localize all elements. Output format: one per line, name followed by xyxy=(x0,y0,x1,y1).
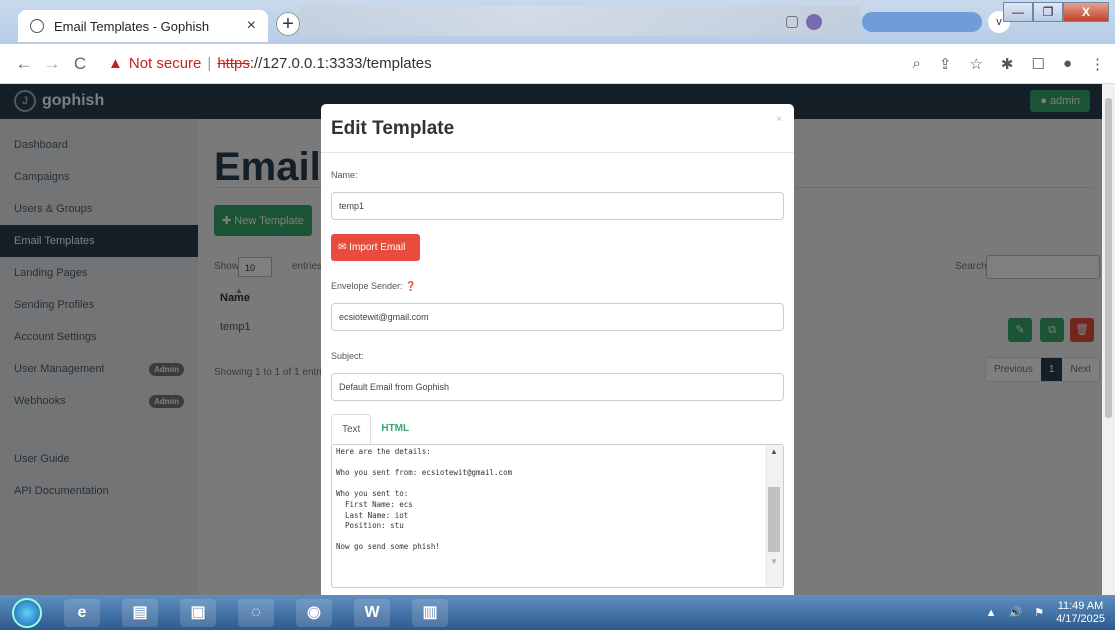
update-pill[interactable] xyxy=(862,12,982,32)
toolbar-icons: ⌕ ⇪ ☆ ✱ ☐ ● ⋮ xyxy=(912,55,1105,73)
system-tray: ▲ 🔊 ⚑ 11:49 AM 4/17/2025 xyxy=(986,600,1115,626)
name-label: Name: xyxy=(331,170,358,180)
action-center-flag-icon[interactable]: ⚑ xyxy=(1034,606,1044,619)
scroll-down-icon[interactable]: ▼ xyxy=(770,557,778,566)
address-bar: ← → C ▲ Not secure | https ://127.0.0.1:… xyxy=(0,44,1115,84)
back-arrow-icon[interactable]: ← xyxy=(10,54,38,74)
url-path: ://127.0.0.1:3333/templates xyxy=(249,55,432,72)
envelope-sender-field[interactable]: ecsiotewit@gmail.com xyxy=(331,303,784,331)
close-icon[interactable]: × xyxy=(776,114,782,125)
email-text-body[interactable]: Here are the details: Who you sent from:… xyxy=(331,444,784,588)
side-panel-icon[interactable]: ☐ xyxy=(1031,55,1044,73)
profile-icon[interactable] xyxy=(806,14,822,30)
new-tab-icon[interactable]: + xyxy=(276,12,300,36)
envelope-sender-text: Envelope Sender: xyxy=(331,281,403,291)
warning-icon: ▲ xyxy=(108,55,123,72)
envelope-icon: ✉ xyxy=(338,242,347,253)
tab-html[interactable]: HTML xyxy=(371,414,419,444)
chrome-icon[interactable]: ◉ xyxy=(296,598,332,627)
browser-tab-email-templates[interactable]: Email Templates - Gophish × xyxy=(18,10,268,42)
globe-icon xyxy=(30,19,44,33)
editor-tabs: Text HTML xyxy=(331,414,419,444)
bookmark-star-icon[interactable]: ☆ xyxy=(969,55,982,73)
not-secure-label[interactable]: Not secure xyxy=(129,55,202,72)
reload-icon[interactable]: C xyxy=(66,54,94,74)
loading-app-icon[interactable]: ◌ xyxy=(238,598,274,627)
subject-label: Subject: xyxy=(331,351,364,361)
profile-avatar-icon[interactable]: ● xyxy=(1063,55,1072,73)
clock-date: 4/17/2025 xyxy=(1056,612,1105,625)
clock[interactable]: 11:49 AM 4/17/2025 xyxy=(1056,600,1105,626)
tab-title: Email Templates - Gophish xyxy=(54,18,210,34)
browser-tab-strip: Email Templates - Gophish × + v — ❐ X xyxy=(0,0,1115,44)
modal-header-divider xyxy=(321,152,794,153)
url-scheme: https xyxy=(217,55,250,72)
name-field[interactable]: temp1 xyxy=(331,192,784,220)
page-scrollbar-thumb[interactable] xyxy=(1105,98,1112,418)
close-window-button[interactable]: X xyxy=(1063,2,1109,22)
share-icon[interactable]: ⇪ xyxy=(939,55,952,73)
envelope-sender-label: Envelope Sender: ❓ xyxy=(331,281,416,292)
start-button[interactable] xyxy=(12,597,42,628)
textarea-scrollbar[interactable]: ▲ ▼ xyxy=(765,445,783,587)
internet-explorer-icon[interactable]: e xyxy=(64,598,100,627)
extension-icon[interactable] xyxy=(786,16,798,28)
extensions-puzzle-icon[interactable]: ✱ xyxy=(1001,55,1014,73)
media-player-icon[interactable]: ▣ xyxy=(180,598,216,627)
minimize-button[interactable]: — xyxy=(1003,2,1033,22)
clock-time: 11:49 AM xyxy=(1057,599,1104,612)
url-separator: | xyxy=(207,55,212,72)
tab-text[interactable]: Text xyxy=(331,414,372,444)
subject-field[interactable]: Default Email from Gophish xyxy=(331,373,784,401)
zoom-icon[interactable]: ⌕ xyxy=(912,55,920,73)
more-menu-icon[interactable]: ⋮ xyxy=(1090,55,1105,73)
file-explorer-icon[interactable]: ▤ xyxy=(122,598,158,627)
close-tab-icon[interactable]: × xyxy=(247,17,256,35)
import-email-label: Import Email xyxy=(349,242,406,253)
textarea-scrollbar-thumb[interactable] xyxy=(768,487,780,552)
maximize-button[interactable]: ❐ xyxy=(1033,2,1063,22)
wps-office-icon[interactable]: W xyxy=(354,598,390,627)
scroll-up-icon[interactable]: ▲ xyxy=(770,447,778,456)
help-icon[interactable]: ❓ xyxy=(405,281,416,291)
import-email-button[interactable]: ✉ Import Email xyxy=(331,234,420,261)
volume-icon[interactable]: 🔊 xyxy=(1008,606,1022,619)
page-scrollbar[interactable] xyxy=(1102,84,1115,595)
tab-strip-background xyxy=(300,6,860,36)
window-controls: — ❐ X xyxy=(1003,2,1109,22)
show-hidden-icons-icon[interactable]: ▲ xyxy=(986,607,997,619)
window-app-icon[interactable]: ▥ xyxy=(412,598,448,627)
forward-arrow-icon[interactable]: → xyxy=(38,54,66,74)
modal-title: Edit Template xyxy=(331,118,455,139)
url-field[interactable]: ▲ Not secure | https ://127.0.0.1:3333/t… xyxy=(108,55,432,72)
windows-taskbar: e ▤ ▣ ◌ ◉ W ▥ ▲ 🔊 ⚑ 11:49 AM 4/17/2025 xyxy=(0,595,1115,630)
edit-template-modal: Edit Template × Name: temp1 ✉ Import Ema… xyxy=(321,104,794,595)
